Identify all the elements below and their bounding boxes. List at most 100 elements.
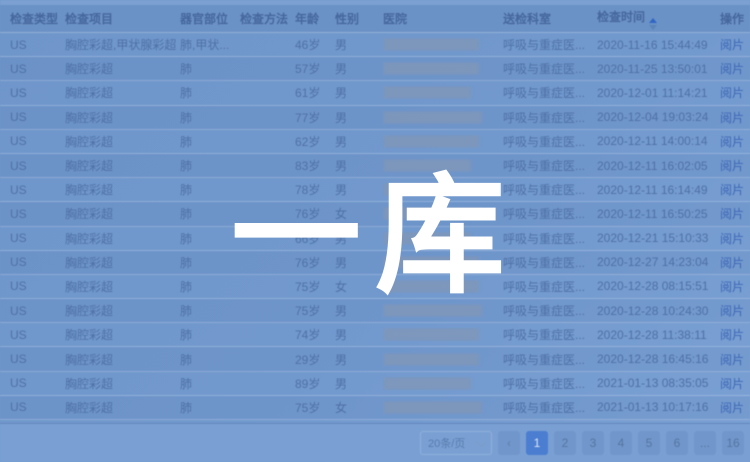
cell-hospital xyxy=(383,159,503,172)
table-row: US胸腔彩超肺76岁女呼吸与重症医...2020-12-11 16:50:25阅… xyxy=(0,202,750,226)
cell-hospital xyxy=(383,280,503,293)
page-button-5[interactable]: 5 xyxy=(638,431,660,455)
column-header-gender: 性别 xyxy=(335,10,383,27)
view-image-link[interactable]: 阅片 xyxy=(720,62,744,76)
cell-action: 阅片 xyxy=(720,399,750,416)
cell-time: 2020-12-04 19:03:24 xyxy=(597,110,720,124)
page-button-6[interactable]: 6 xyxy=(666,431,688,455)
cell-organ: 肺 xyxy=(180,157,240,174)
table-row: US胸腔彩超肺76岁男呼吸与重症医...2020-12-27 14:23:04阅… xyxy=(0,251,750,275)
view-image-link[interactable]: 阅片 xyxy=(720,159,744,173)
cell-hospital xyxy=(383,377,503,390)
view-image-link[interactable]: 阅片 xyxy=(720,353,744,367)
table-row: US胸腔彩超肺66岁男呼吸与重症医...2020-12-21 15:10:33阅… xyxy=(0,227,750,251)
view-image-link[interactable]: 阅片 xyxy=(720,183,744,197)
view-image-link[interactable]: 阅片 xyxy=(720,328,744,342)
cell-hospital xyxy=(383,304,503,317)
table-header: 检查类型检查项目器官部位检查方法年龄性别医院送检科室检查时间操作 xyxy=(0,5,750,33)
cell-organ: 肺 xyxy=(180,205,240,222)
view-image-link[interactable]: 阅片 xyxy=(720,111,744,125)
redacted-hospital-name xyxy=(383,62,479,75)
page-button-4[interactable]: 4 xyxy=(610,431,632,455)
table-body: US胸腔彩超,甲状腺彩超肺,甲状...46岁男呼吸与重症医...2020-11-… xyxy=(0,33,750,420)
cell-dept: 呼吸与重症医... xyxy=(503,375,597,392)
cell-item: 胸腔彩超 xyxy=(65,302,180,319)
cell-hospital xyxy=(383,111,503,124)
view-image-link[interactable]: 阅片 xyxy=(720,135,744,149)
view-image-link[interactable]: 阅片 xyxy=(720,280,744,294)
cell-action: 阅片 xyxy=(720,230,750,247)
cell-type: US xyxy=(10,279,65,293)
cell-organ: 肺 xyxy=(180,109,240,126)
view-image-link[interactable]: 阅片 xyxy=(720,232,744,246)
redacted-hospital-name xyxy=(383,377,471,390)
cell-hospital xyxy=(383,353,503,366)
cell-age: 29岁 xyxy=(295,351,335,368)
view-image-link[interactable]: 阅片 xyxy=(720,304,744,318)
cell-type: US xyxy=(10,207,65,221)
cell-organ: 肺,甲状... xyxy=(180,36,240,53)
cell-dept: 呼吸与重症医... xyxy=(503,84,597,101)
cell-time: 2020-12-28 11:38:11 xyxy=(597,328,720,342)
prev-page-button[interactable]: ‹ xyxy=(498,431,520,455)
column-header-type: 检查类型 xyxy=(10,10,65,27)
view-image-link[interactable]: 阅片 xyxy=(720,207,744,221)
cell-hospital xyxy=(383,86,503,99)
cell-action: 阅片 xyxy=(720,109,750,126)
cell-dept: 呼吸与重症医... xyxy=(503,133,597,150)
cell-gender: 女 xyxy=(335,205,383,222)
cell-time: 2020-12-11 16:14:49 xyxy=(597,183,720,197)
cell-type: US xyxy=(10,134,65,148)
cell-dept: 呼吸与重症医... xyxy=(503,254,597,271)
table-row: US胸腔彩超,甲状腺彩超肺,甲状...46岁男呼吸与重症医...2020-11-… xyxy=(0,33,750,57)
sort-caret-icon[interactable] xyxy=(649,18,657,30)
table-row: US胸腔彩超肺61岁男呼吸与重症医...2020-12-01 11:14:21阅… xyxy=(0,81,750,105)
view-image-link[interactable]: 阅片 xyxy=(720,256,744,270)
view-image-link[interactable]: 阅片 xyxy=(720,401,744,415)
page-button-2[interactable]: 2 xyxy=(554,431,576,455)
cell-item: 胸腔彩超 xyxy=(65,84,180,101)
table-row: US胸腔彩超肺75岁女呼吸与重症医...2021-01-13 10:17:16阅… xyxy=(0,396,750,420)
cell-gender: 男 xyxy=(335,157,383,174)
cell-time: 2020-12-28 08:15:51 xyxy=(597,279,720,293)
view-image-link[interactable]: 阅片 xyxy=(720,38,744,52)
cell-dept: 呼吸与重症医... xyxy=(503,278,597,295)
cell-dept: 呼吸与重症医... xyxy=(503,60,597,77)
cell-hospital xyxy=(383,328,503,341)
more-pages-ellipsis[interactable]: ... xyxy=(694,431,716,455)
cell-item: 胸腔彩超 xyxy=(65,230,180,247)
cell-age: 75岁 xyxy=(295,278,335,295)
cell-dept: 呼吸与重症医... xyxy=(503,205,597,222)
cell-age: 77岁 xyxy=(295,109,335,126)
redacted-hospital-name xyxy=(383,38,479,51)
cell-action: 阅片 xyxy=(720,205,750,222)
cell-dept: 呼吸与重症医... xyxy=(503,230,597,247)
page-size-select[interactable]: 20条/页 xyxy=(420,431,492,455)
cell-item: 胸腔彩超 xyxy=(65,254,180,271)
cell-age: 46岁 xyxy=(295,36,335,53)
cell-hospital xyxy=(383,207,503,220)
cell-hospital xyxy=(383,232,503,245)
column-header-time[interactable]: 检查时间 xyxy=(597,8,720,30)
page-button-16[interactable]: 16 xyxy=(722,431,744,455)
table-row: US胸腔彩超肺29岁男呼吸与重症医...2020-12-28 16:45:16阅… xyxy=(0,347,750,371)
cell-organ: 肺 xyxy=(180,60,240,77)
table-row: US胸腔彩超肺89岁男呼吸与重症医...2021-01-13 08:35:05阅… xyxy=(0,372,750,396)
cell-age: 62岁 xyxy=(295,133,335,150)
cell-time: 2020-12-28 10:24:30 xyxy=(597,304,720,318)
cell-item: 胸腔彩超 xyxy=(65,326,180,343)
column-header-hospital: 医院 xyxy=(383,10,503,27)
cell-type: US xyxy=(10,304,65,318)
page-button-1[interactable]: 1 xyxy=(526,431,548,455)
pagination: 20条/页 ‹ 123456... 16 xyxy=(0,423,750,462)
cell-age: 74岁 xyxy=(295,326,335,343)
cell-dept: 呼吸与重症医... xyxy=(503,36,597,53)
view-image-link[interactable]: 阅片 xyxy=(720,86,744,100)
cell-item: 胸腔彩超 xyxy=(65,60,180,77)
cell-hospital xyxy=(383,38,503,51)
table-row: US胸腔彩超肺75岁女呼吸与重症医...2020-12-28 08:15:51阅… xyxy=(0,275,750,299)
view-image-link[interactable]: 阅片 xyxy=(720,377,744,391)
cell-type: US xyxy=(10,231,65,245)
page-button-3[interactable]: 3 xyxy=(582,431,604,455)
cell-action: 阅片 xyxy=(720,60,750,77)
